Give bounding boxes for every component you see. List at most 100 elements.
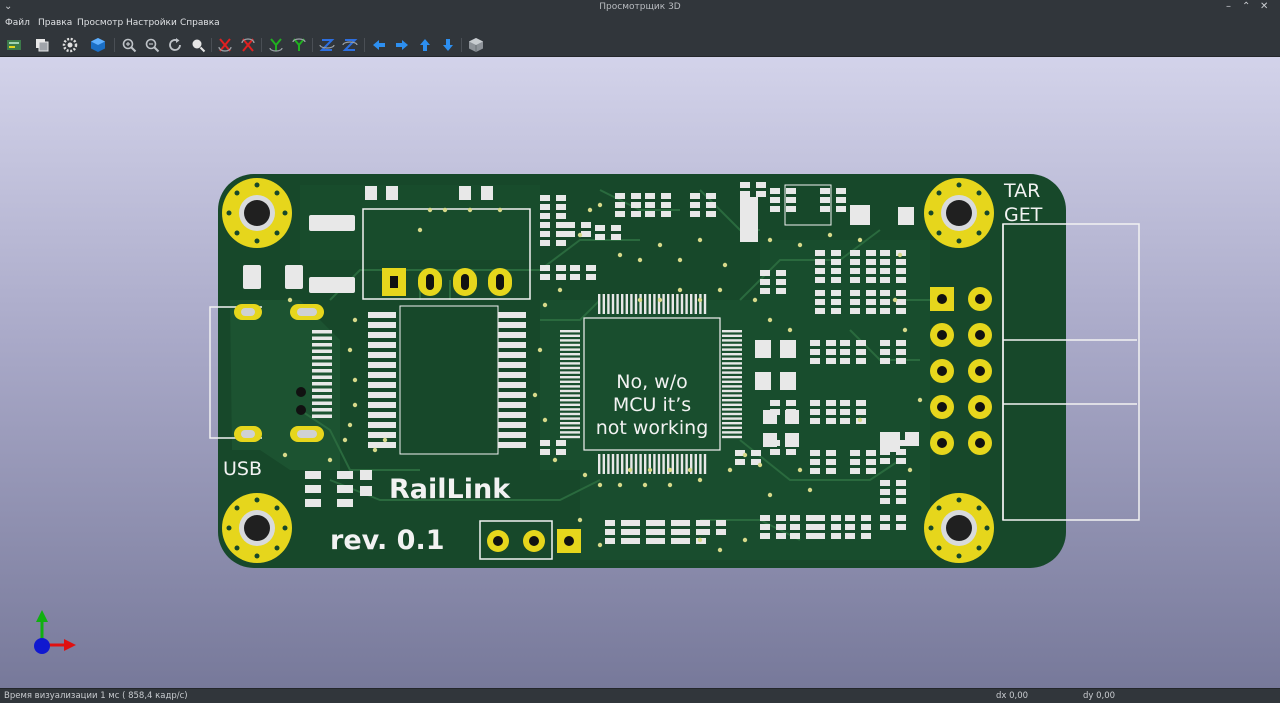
zoom-fit-icon[interactable] [189, 36, 207, 54]
smd-pad [856, 340, 866, 346]
3d-viewport[interactable]: USB TAR GET No, w/o MCU it’s not working… [0, 57, 1280, 688]
smd-pad [605, 520, 615, 526]
smd-pad [645, 193, 655, 199]
soic-pin-pad [368, 412, 396, 418]
qfp-pin-pad [671, 454, 674, 474]
qfp-pin-pad [616, 294, 619, 314]
render-time-text: Время визуализации 1 мс ( 858,4 кадр/с) [4, 691, 188, 701]
via [907, 467, 913, 473]
smd-pad [570, 265, 580, 271]
via [287, 297, 293, 303]
via [857, 417, 863, 423]
soic-pin-pad [498, 342, 526, 348]
rotate-z-ccw-icon[interactable] [341, 36, 359, 54]
smd-pad [540, 204, 550, 210]
menu-bar: Файл Правка Просмотр Настройки Справка [0, 16, 1280, 32]
via [382, 437, 388, 443]
smd-pad [645, 211, 655, 217]
smd-pad [880, 277, 890, 283]
soic-pin-pad [498, 382, 526, 388]
qfp-pin-pad [560, 334, 580, 337]
pan-down-icon[interactable] [439, 36, 457, 54]
via [897, 252, 903, 258]
soic-pin-pad [368, 432, 396, 438]
ortho-icon[interactable] [467, 36, 485, 54]
smd-pad [896, 277, 906, 283]
menu-edit[interactable]: Правка [38, 18, 72, 28]
via [752, 297, 758, 303]
via [797, 467, 803, 473]
target-pin-hole [937, 366, 947, 376]
pan-left-icon[interactable] [370, 36, 388, 54]
rotate-y-ccw-icon[interactable] [290, 36, 308, 54]
soic-pin-pad [368, 392, 396, 398]
smd-pad [880, 349, 890, 355]
qfp-pin-pad [657, 294, 661, 314]
menu-help[interactable]: Справка [180, 18, 220, 28]
rotate-y-cw-icon[interactable] [267, 36, 285, 54]
rotate-x-cw-icon[interactable] [216, 36, 234, 54]
qfp-pin-pad [722, 403, 742, 406]
rotate-z-cw-icon[interactable] [318, 36, 336, 54]
soic-pin-pad [368, 382, 396, 388]
raytracing-icon[interactable] [89, 36, 107, 54]
redraw-icon[interactable] [166, 36, 184, 54]
via [687, 467, 693, 473]
qfp-pin-pad [685, 294, 688, 314]
menu-preferences[interactable]: Настройки [126, 18, 177, 28]
maximize-button[interactable]: ⌃ [1242, 1, 1250, 13]
zoom-in-icon[interactable] [120, 36, 138, 54]
smd-pad [786, 206, 796, 212]
smd-pad [866, 450, 876, 456]
target-pin-hole [975, 330, 985, 340]
smd-pad [840, 349, 850, 355]
pan-right-icon[interactable] [393, 36, 411, 54]
smd-pad [880, 358, 890, 364]
soic-pin-pad [368, 332, 396, 338]
smd-pad [831, 524, 841, 530]
smd-pad [540, 213, 550, 219]
qfp-pin-pad [560, 403, 580, 406]
menu-file[interactable]: Файл [5, 18, 30, 28]
smd-pad [880, 432, 900, 452]
render-options-icon[interactable] [5, 36, 23, 54]
via [697, 537, 703, 543]
usb-pin-pad [312, 414, 332, 418]
smd-pad [896, 480, 906, 486]
smd-pad [785, 410, 799, 424]
via [917, 397, 923, 403]
via [442, 207, 448, 213]
minimize-button[interactable]: – [1226, 1, 1231, 13]
via [797, 242, 803, 248]
smd-pad [785, 433, 799, 447]
zoom-out-icon[interactable] [143, 36, 161, 54]
menu-view[interactable]: Просмотр [77, 18, 123, 28]
smd-pad [770, 400, 780, 406]
qfp-pin-pad [662, 454, 665, 474]
via [767, 317, 773, 323]
pan-up-icon[interactable] [416, 36, 434, 54]
smd-pad [845, 515, 855, 521]
smd-pad [815, 308, 825, 314]
qfp-pin-pad [560, 431, 580, 434]
via [757, 462, 763, 468]
smd-pad [756, 191, 766, 197]
rotate-x-ccw-icon[interactable] [239, 36, 257, 54]
smd-pad [866, 468, 876, 474]
qfp-pin-pad [644, 294, 647, 314]
preferences-icon[interactable] [61, 36, 79, 54]
target-label-line1: TAR [1003, 180, 1040, 202]
via [667, 482, 673, 488]
close-button[interactable]: ✕ [1260, 1, 1268, 13]
copy-image-icon[interactable] [33, 36, 51, 54]
soic-pin-pad [498, 432, 526, 438]
via [742, 537, 748, 543]
via [427, 207, 433, 213]
smd-pad [880, 515, 890, 521]
qfp-pin-pad [722, 417, 742, 420]
smd-pad [655, 529, 665, 535]
via [617, 252, 623, 258]
smd-pad [810, 468, 820, 474]
via [597, 482, 603, 488]
smd-pad [735, 459, 745, 465]
